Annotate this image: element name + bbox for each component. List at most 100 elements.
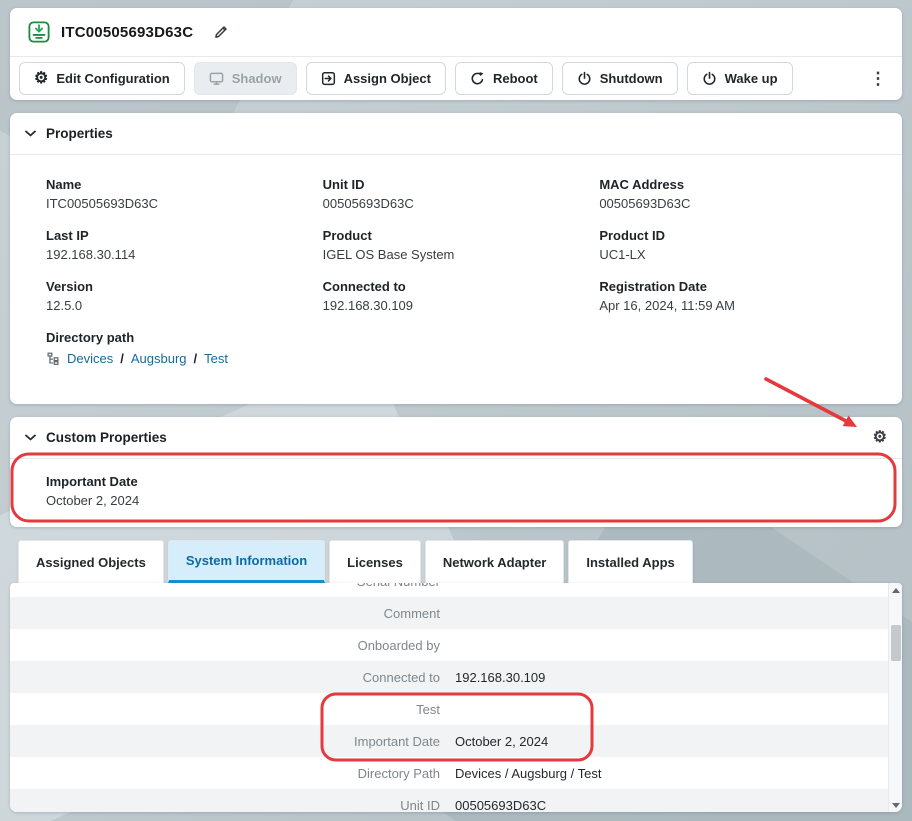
table-row: Serial Number [10,583,888,597]
properties-section-header[interactable]: Properties [10,113,902,154]
row-label: Onboarded by [10,638,440,653]
tab-assigned-objects[interactable]: Assigned Objects [18,540,164,583]
breadcrumb-separator: / [120,351,124,366]
field-value: October 2, 2024 [46,493,866,508]
shadow-button: Shadow [194,62,297,95]
tab-installed-apps[interactable]: Installed Apps [568,540,692,583]
page-title: ITC00505693D63C [61,24,193,41]
row-label: Comment [10,606,440,621]
tab-bar: Assigned Objects System Information Lice… [18,540,902,583]
field-label: Registration Date [599,279,866,294]
field-label: Product [323,228,590,243]
properties-body: Name ITC00505693D63C Unit ID 00505693D63… [10,155,902,366]
button-label: Assign Object [344,71,431,86]
custom-property-field: Important Date October 2, 2024 [46,474,866,508]
field-value: 12.5.0 [46,298,313,313]
custom-properties-body: Important Date October 2, 2024 [10,459,902,508]
assign-object-button[interactable]: Assign Object [306,62,446,95]
property-field: Product ID UC1-LX [599,228,866,262]
directory-path-block: Directory path Devices / Augsburg / Test [46,330,866,366]
more-actions-button[interactable]: ⋮ [863,64,893,94]
table-row: Directory Path Devices / Augsburg / Test [10,757,888,789]
button-label: Edit Configuration [56,71,169,86]
tab-system-information[interactable]: System Information [168,540,325,583]
button-label: Reboot [493,71,538,86]
table-row: Unit ID 00505693D63C [10,789,888,812]
chevron-down-icon [25,434,36,441]
tab-licenses[interactable]: Licenses [329,540,421,583]
field-value: IGEL OS Base System [323,247,590,262]
row-label: Serial Number [10,583,440,589]
scrollbar-thumb[interactable] [891,625,901,661]
property-field: Registration Date Apr 16, 2024, 11:59 AM [599,279,866,313]
vertical-scrollbar[interactable] [888,583,902,812]
scroll-up-arrow[interactable] [889,583,902,597]
custom-properties-card: Custom Properties ⚙ Important Date Octob… [10,417,902,527]
power-icon [577,71,592,86]
button-label: Wake up [725,71,778,86]
row-label: Connected to [10,670,440,685]
chevron-down-icon [25,130,36,137]
row-label: Important Date [10,734,440,749]
tab-network-adapter[interactable]: Network Adapter [425,540,565,583]
properties-card: Properties Name ITC00505693D63C Unit ID … [10,113,902,404]
system-information-panel: Serial Number Comment Onboarded by Conne… [10,583,902,812]
shadow-monitor-icon [209,71,224,86]
field-label: Last IP [46,228,313,243]
property-field: MAC Address 00505693D63C [599,177,866,211]
row-label: Directory Path [10,766,440,781]
reboot-button[interactable]: Reboot [455,62,553,95]
table-row: Connected to 192.168.30.109 [10,661,888,693]
field-value: 00505693D63C [323,196,590,211]
property-field: Name ITC00505693D63C [46,177,313,211]
row-value: 00505693D63C [440,798,888,813]
edit-name-icon[interactable] [213,24,229,40]
property-field: Product IGEL OS Base System [323,228,590,262]
wake-up-button[interactable]: Wake up [687,62,793,95]
field-value: 192.168.30.109 [323,298,590,313]
section-title: Properties [46,126,113,141]
row-value: 192.168.30.109 [440,670,888,685]
breadcrumb-augsburg[interactable]: Augsburg [131,351,187,366]
scroll-down-arrow[interactable] [889,798,902,812]
field-value: Apr 16, 2024, 11:59 AM [599,298,866,313]
field-label: Unit ID [323,177,590,192]
shutdown-button[interactable]: Shutdown [562,62,678,95]
table-row: Test [10,693,888,725]
breadcrumb-separator: / [194,351,198,366]
row-value: October 2, 2024 [440,734,888,749]
button-label: Shadow [232,71,282,86]
section-title: Custom Properties [46,430,167,445]
field-value: UC1-LX [599,247,866,262]
system-info-table: Serial Number Comment Onboarded by Conne… [10,583,888,812]
power-icon [702,71,717,86]
field-label: Version [46,279,313,294]
breadcrumb-test[interactable]: Test [204,351,228,366]
breadcrumb: Devices / Augsburg / Test [46,351,866,366]
title-row: ITC00505693D63C [10,8,902,56]
field-label: Name [46,177,313,192]
assign-object-icon [321,71,336,86]
property-field: Version 12.5.0 [46,279,313,313]
field-label: Product ID [599,228,866,243]
field-label: Important Date [46,474,866,489]
custom-properties-section-header[interactable]: Custom Properties ⚙ [10,417,902,458]
field-value: 192.168.30.114 [46,247,313,262]
reboot-icon [470,71,485,86]
custom-properties-settings-gear-icon[interactable]: ⚙ [873,430,887,446]
gear-icon: ⚙ [34,71,48,87]
table-row: Onboarded by [10,629,888,661]
edit-configuration-button[interactable]: ⚙ Edit Configuration [19,62,185,95]
toolbar: ⚙ Edit Configuration Shadow Assign Objec… [10,57,902,100]
property-field: Last IP 192.168.30.114 [46,228,313,262]
row-value: Devices / Augsburg / Test [440,766,888,781]
breadcrumb-devices[interactable]: Devices [67,351,113,366]
table-row: Comment [10,597,888,629]
device-header-card: ITC00505693D63C ⚙ Edit Configuration Sha… [10,8,902,100]
button-label: Shutdown [600,71,663,86]
property-field: Unit ID 00505693D63C [323,177,590,211]
page-background: ITC00505693D63C ⚙ Edit Configuration Sha… [0,0,912,821]
row-label: Unit ID [10,798,440,813]
field-value: 00505693D63C [599,196,866,211]
field-value: ITC00505693D63C [46,196,313,211]
